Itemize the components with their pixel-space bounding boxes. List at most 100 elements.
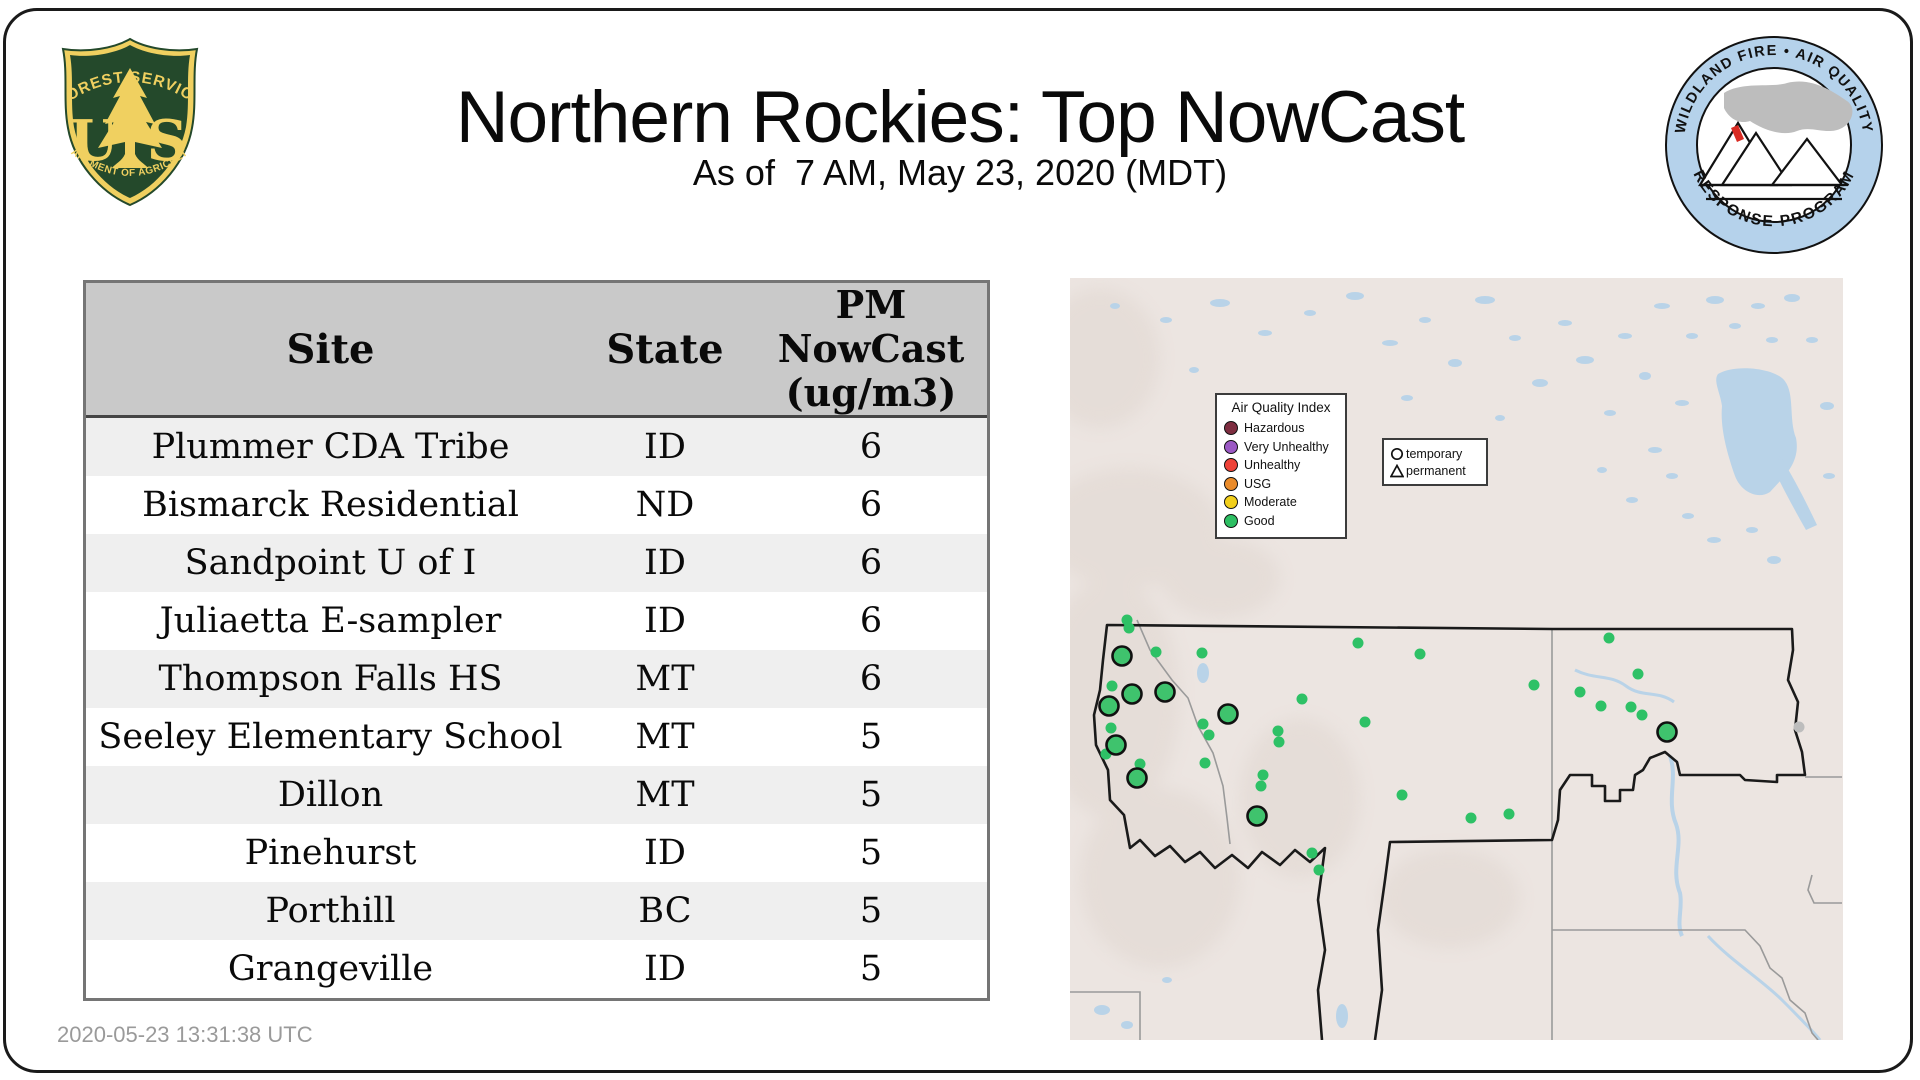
monitor-dot-temporary — [1098, 695, 1120, 717]
monitor-dot-permanent — [1197, 718, 1209, 730]
aqi-color-swatch-icon — [1224, 495, 1238, 510]
aqi-legend-label: Moderate — [1244, 495, 1297, 510]
table-row: Sandpoint U of I ID 6 — [86, 534, 987, 592]
monitor-dot-permanent — [1636, 709, 1648, 721]
report-slide: FOREST SERVICE DEPARTMENT OF AGRICULTURE… — [0, 0, 1920, 1080]
table-row: Grangeville ID 5 — [86, 940, 987, 998]
monitor-dot-permanent — [1306, 847, 1318, 859]
monitor-dot-permanent — [1528, 679, 1540, 691]
state-cell: MT — [635, 659, 695, 699]
state-cell: ID — [644, 427, 686, 467]
value-cell: 6 — [859, 659, 883, 699]
aqi-color-swatch-icon — [1224, 439, 1238, 454]
monitor-dot-permanent — [1106, 680, 1118, 692]
monitor-dot-temporary — [1656, 721, 1678, 743]
site-cell: Dillon — [277, 775, 384, 815]
aqi-color-swatch-icon — [1224, 421, 1238, 436]
aqi-legend-item: USG — [1224, 475, 1338, 494]
nowcast-table: Site State PM NowCast (ug/m3) Plummer CD… — [83, 280, 990, 1001]
aqi-legend-item: Moderate — [1224, 493, 1338, 512]
permanent-legend-row: permanent — [1390, 462, 1480, 479]
value-cell: 5 — [859, 717, 883, 757]
monitor-dot-permanent — [1199, 757, 1211, 769]
monitor-dot-permanent — [1272, 725, 1284, 737]
site-cell: Plummer CDA Tribe — [151, 427, 510, 467]
aqi-legend-item: Very Unhealthy — [1224, 438, 1338, 457]
aqi-legend-items: Hazardous Very Unhealthy Unhealthy USG Moder… — [1224, 419, 1338, 530]
site-cell: Bismarck Residential — [142, 485, 519, 525]
table-row: Thompson Falls HS MT 6 — [86, 650, 987, 708]
value-cell: 5 — [859, 891, 883, 931]
monitor-dot-temporary — [1246, 805, 1268, 827]
site-cell: Thompson Falls HS — [158, 659, 503, 699]
temporary-legend-row: temporary — [1390, 445, 1480, 462]
monitor-dot-permanent — [1196, 647, 1208, 659]
monitor-dot-permanent — [1359, 716, 1371, 728]
permanent-label: permanent — [1406, 463, 1466, 478]
column-header-state: State — [575, 283, 755, 418]
value-cell: 6 — [859, 485, 883, 525]
monitor-dot-permanent — [1257, 769, 1269, 781]
state-cell: MT — [635, 775, 695, 815]
aqi-legend-title: Air Quality Index — [1231, 400, 1331, 415]
table-row: Dillon MT 5 — [86, 766, 987, 824]
monitor-dot-permanent — [1296, 693, 1308, 705]
state-cell: MT — [635, 717, 695, 757]
table-row: Plummer CDA Tribe ID 6 — [86, 416, 987, 476]
state-cell: ID — [644, 543, 686, 583]
table-body: Plummer CDA Tribe ID 6 Bismarck Residential… — [86, 416, 987, 998]
value-cell: 6 — [859, 427, 883, 467]
table-row: Pinehurst ID 5 — [86, 824, 987, 882]
aqi-legend-label: Unhealthy — [1244, 458, 1301, 473]
monitor-map: Air Quality Index Hazardous Very Unhealth… — [1070, 278, 1843, 1040]
table-row: Porthill BC 5 — [86, 882, 987, 940]
value-cell: 5 — [859, 775, 883, 815]
monitor-dot-temporary — [1105, 734, 1127, 756]
temporary-circle-icon — [1390, 447, 1406, 461]
state-cell: ID — [644, 949, 686, 989]
monitor-dot-permanent — [1352, 637, 1364, 649]
value-cell: 6 — [859, 543, 883, 583]
monitor-dot-temporary — [1111, 645, 1133, 667]
aqi-legend-item: Hazardous — [1224, 419, 1338, 438]
monitor-dot-permanent — [1603, 632, 1615, 644]
monitor-dot-permanent — [1396, 789, 1408, 801]
aqi-color-swatch-icon — [1224, 513, 1238, 528]
site-cell: Juliaetta E-sampler — [159, 601, 502, 641]
page-subtitle: As of 7 AM, May 23, 2020 (MDT) — [692, 152, 1228, 193]
monitor-dot-temporary — [1154, 681, 1176, 703]
monitor-dot-permanent — [1313, 864, 1325, 876]
state-cell: ND — [635, 485, 695, 525]
state-cell: BC — [638, 891, 692, 931]
monitor-dot-inactive — [1793, 721, 1805, 733]
aqi-legend-label: Very Unhealthy — [1244, 439, 1329, 454]
monitor-dot-permanent — [1255, 780, 1267, 792]
monitor-dot-permanent — [1625, 701, 1637, 713]
site-cell: Seeley Elementary School — [98, 717, 563, 757]
state-cell: ID — [644, 833, 686, 873]
monitor-dot-temporary — [1121, 683, 1143, 705]
aqi-legend-label: USG — [1244, 476, 1272, 491]
monitor-dot-permanent — [1203, 729, 1215, 741]
aqi-legend-item: Unhealthy — [1224, 456, 1338, 475]
column-header-site: Site — [86, 283, 575, 418]
value-cell: 5 — [859, 833, 883, 873]
state-cell: ID — [644, 601, 686, 641]
site-cell: Grangeville — [227, 949, 434, 989]
monitor-dot-permanent — [1574, 686, 1586, 698]
table-row: Bismarck Residential ND 6 — [86, 476, 987, 534]
aqi-legend: Air Quality Index Hazardous Very Unhealth… — [1215, 393, 1347, 539]
page-title: Northern Rockies: Top NowCast — [455, 77, 1465, 158]
marker-type-legend: temporary permanent — [1382, 438, 1488, 486]
monitor-dot-permanent — [1123, 622, 1135, 634]
table-row: Juliaetta E-sampler ID 6 — [86, 592, 987, 650]
monitor-dot-permanent — [1503, 808, 1515, 820]
rivers — [1574, 668, 1822, 1040]
aqi-color-swatch-icon — [1224, 458, 1238, 473]
monitor-dot-permanent — [1595, 700, 1607, 712]
aqi-legend-label: Good — [1244, 513, 1275, 528]
table-header-row: Site State PM NowCast (ug/m3) — [86, 283, 987, 418]
generated-timestamp: 2020-05-23 13:31:38 UTC — [57, 1022, 313, 1047]
site-cell: Sandpoint U of I — [184, 543, 477, 583]
monitor-dot-temporary — [1217, 703, 1239, 725]
